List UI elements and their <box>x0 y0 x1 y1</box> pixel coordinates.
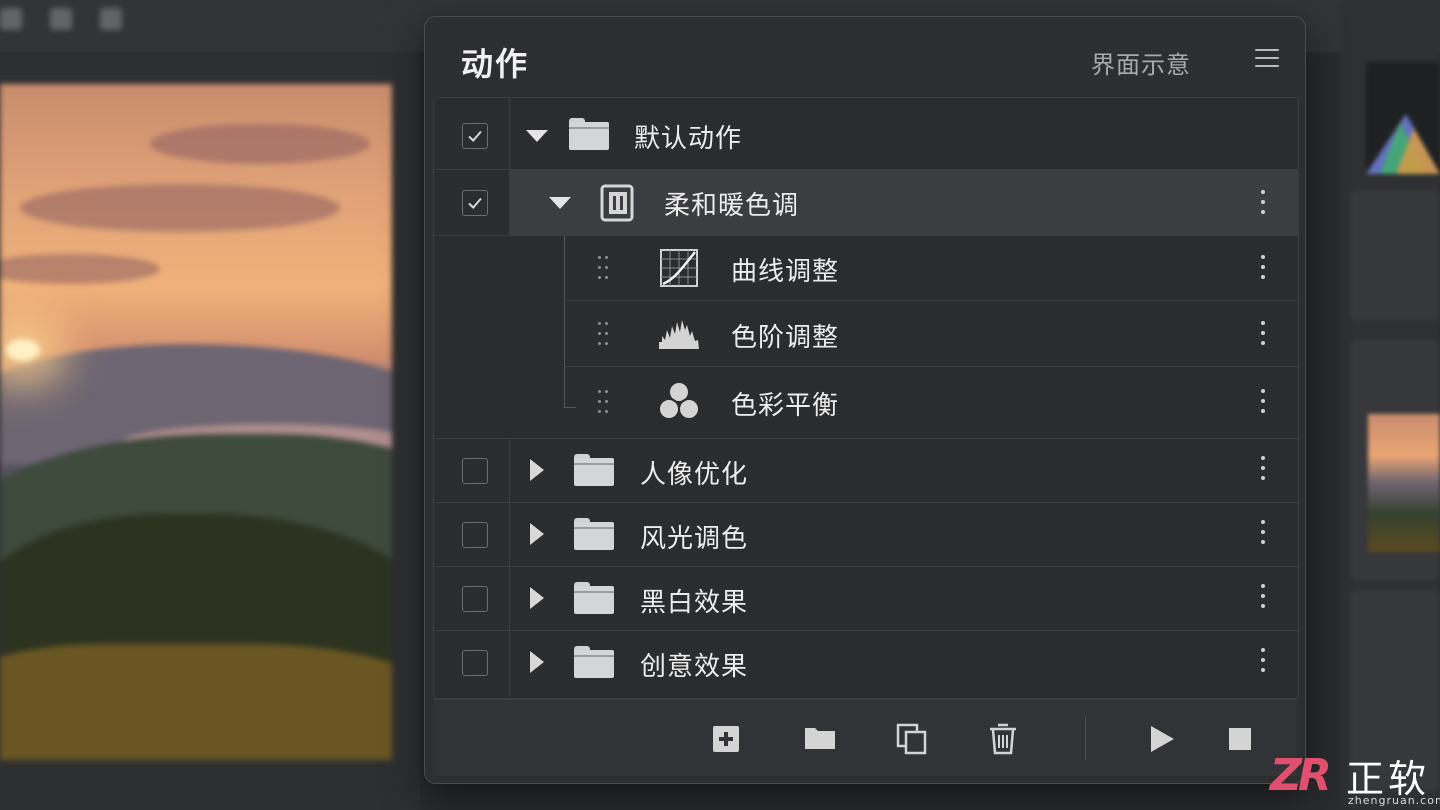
folder-icon <box>805 728 835 749</box>
actions-list: 默认动作 柔和暖色调 曲线调整 色阶调整 色彩平衡 人像优化 风光调色 黑白效果… <box>433 97 1299 699</box>
play-button[interactable] <box>1147 722 1181 756</box>
folder-icon <box>569 118 609 150</box>
background-landscape-photo <box>0 84 392 760</box>
background-toolbar-icons <box>0 8 122 30</box>
more-options-icon[interactable] <box>1260 389 1266 419</box>
row-divider <box>564 366 1298 367</box>
action-set-row[interactable]: 黑白效果 <box>434 567 1298 631</box>
action-set-row[interactable]: 风光调色 <box>434 503 1298 567</box>
new-action-button[interactable] <box>709 722 743 756</box>
check-icon <box>468 197 482 209</box>
watermark-logo: ZR 正软 zhengruan.com <box>1270 750 1440 810</box>
duplicate-icon <box>896 723 927 755</box>
stop-icon <box>1229 728 1251 750</box>
step-label: 曲线调整 <box>731 257 840 287</box>
background-thumbnail <box>1368 414 1440 552</box>
expand-triangle-right-icon[interactable] <box>530 523 544 545</box>
panel-note: 界面示意 <box>1091 51 1191 79</box>
action-step-row[interactable]: 曲线调整 <box>434 236 1298 301</box>
stop-button[interactable] <box>1225 722 1259 756</box>
action-set-label: 黑白效果 <box>640 588 749 618</box>
expand-triangle-down-icon[interactable] <box>549 197 571 209</box>
more-options-icon[interactable] <box>1260 456 1266 486</box>
new-set-button[interactable] <box>803 722 837 756</box>
more-options-icon[interactable] <box>1260 648 1266 678</box>
action-step-row[interactable]: 色彩平衡 <box>434 368 1298 439</box>
drag-handle-icon[interactable] <box>598 322 610 348</box>
hamburger-menu-icon[interactable] <box>1255 49 1279 69</box>
more-options-icon[interactable] <box>1260 584 1266 614</box>
action-set-label: 创意效果 <box>640 652 749 682</box>
background-histogram <box>1366 62 1440 174</box>
check-icon <box>468 130 482 142</box>
more-options-icon[interactable] <box>1260 190 1266 220</box>
drag-handle-icon[interactable] <box>598 256 610 282</box>
toggle-checkbox[interactable] <box>462 190 488 216</box>
action-set-label: 人像优化 <box>640 460 749 490</box>
row-divider <box>564 300 1298 301</box>
trash-icon <box>990 723 1016 755</box>
color-balance-icon <box>658 381 700 420</box>
step-label: 色彩平衡 <box>731 391 840 421</box>
duplicate-button[interactable] <box>895 722 929 756</box>
action-step-row[interactable]: 色阶调整 <box>434 302 1298 367</box>
action-set-row[interactable]: 创意效果 <box>434 631 1298 697</box>
toolbar-divider <box>1085 716 1086 760</box>
folder-icon <box>574 518 614 550</box>
folder-icon <box>574 454 614 486</box>
action-label: 柔和暖色调 <box>664 191 800 221</box>
action-set-label: 风光调色 <box>640 524 749 554</box>
toggle-checkbox[interactable] <box>462 458 488 484</box>
panel-header: 动作 界面示意 <box>425 17 1305 97</box>
curves-icon <box>660 249 698 287</box>
expand-triangle-right-icon[interactable] <box>530 459 544 481</box>
watermark-url: zhengruan.com <box>1348 794 1440 807</box>
drag-handle-icon[interactable] <box>598 390 610 416</box>
play-icon <box>1151 726 1174 752</box>
action-set-label: 默认动作 <box>634 124 743 154</box>
delete-button[interactable] <box>987 722 1021 756</box>
more-options-icon[interactable] <box>1260 255 1266 285</box>
action-set-row[interactable]: 人像优化 <box>434 439 1298 503</box>
expand-triangle-right-icon[interactable] <box>530 651 544 673</box>
watermark-logo-mark: ZR <box>1270 750 1332 801</box>
toggle-checkbox[interactable] <box>462 586 488 612</box>
expand-triangle-down-icon[interactable] <box>526 130 548 142</box>
more-options-icon[interactable] <box>1260 321 1266 351</box>
toggle-checkbox[interactable] <box>462 123 488 149</box>
action-set-row[interactable]: 默认动作 <box>434 98 1298 170</box>
expand-triangle-right-icon[interactable] <box>530 587 544 609</box>
toggle-checkbox[interactable] <box>462 650 488 676</box>
add-square-icon <box>713 726 739 752</box>
folder-icon <box>574 582 614 614</box>
action-icon <box>600 184 634 222</box>
toggle-checkbox[interactable] <box>462 522 488 548</box>
actions-panel: 动作 界面示意 默认动作 柔和暖色调 曲线调整 色阶调整 色彩平衡 人像优化 风… <box>424 16 1306 784</box>
action-row[interactable]: 柔和暖色调 <box>434 170 1298 236</box>
panel-title: 动作 <box>461 45 530 83</box>
more-options-icon[interactable] <box>1260 520 1266 550</box>
folder-icon <box>574 646 614 678</box>
levels-icon <box>659 320 699 349</box>
panel-footer-toolbar <box>433 699 1297 776</box>
step-label: 色阶调整 <box>731 323 840 353</box>
